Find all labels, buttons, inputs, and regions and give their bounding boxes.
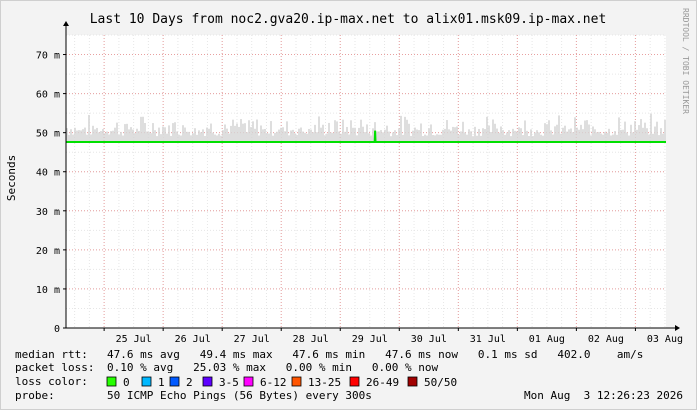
packet-loss-label: packet loss: (15, 361, 94, 374)
x-tick-label: 29 Jul (352, 334, 388, 345)
loss-color-swatch-label: 1 (158, 376, 165, 389)
probe-label: probe: (15, 389, 55, 402)
x-tick-label: 30 Jul (411, 334, 447, 345)
legend-loss-color: loss color: 0 1 2 3-5 6-12 13-25 26-49 50/50 (15, 375, 457, 389)
x-tick-label: 25 Jul (116, 334, 152, 345)
y-tick-label: 50 m (36, 129, 60, 140)
median-rtt-label: median rtt: (15, 348, 88, 361)
y-tick-label: 40 m (36, 168, 60, 179)
probe-description: 50 ICMP Echo Pings (56 Bytes) every 300s (107, 389, 372, 402)
loss-color-swatch (169, 376, 180, 387)
y-tick-label: 0 (54, 324, 60, 335)
loss-color-swatch (291, 376, 302, 387)
y-tick-label: 20 m (36, 246, 60, 257)
packet-loss-values: 0.10 % avg 25.03 % max 0.00 % min 0.00 %… (107, 361, 439, 374)
y-tick-label: 60 m (36, 90, 60, 101)
y-tick-label: 30 m (36, 207, 60, 218)
smokeping-graph: Last 10 Days from noc2.gva20.ip-max.net … (0, 0, 697, 410)
legend-packet-loss: packet loss: 0.10 % avg 25.03 % max 0.00… (15, 361, 439, 374)
x-tick-label: 01 Aug (529, 334, 565, 345)
loss-color-swatch-label: 0 (123, 376, 130, 389)
loss-color-swatch-label: 3-5 (219, 376, 239, 389)
loss-color-swatch (202, 376, 213, 387)
y-axis-label: Seconds (5, 155, 18, 201)
y-tick-label: 70 m (36, 51, 60, 62)
loss-color-swatch (141, 376, 152, 387)
loss-color-swatch-label: 26-49 (366, 376, 399, 389)
loss-color-swatch-label: 2 (186, 376, 193, 389)
x-tick-label: 28 Jul (293, 334, 329, 345)
loss-color-swatch-label: 6-12 (260, 376, 287, 389)
loss-color-swatch (243, 376, 254, 387)
chart-title: Last 10 Days from noc2.gva20.ip-max.net … (90, 12, 607, 27)
x-tick-label: 27 Jul (234, 334, 270, 345)
x-tick-label: 03 Aug (647, 334, 683, 345)
legend-probe: probe: 50 ICMP Echo Pings (56 Bytes) eve… (15, 389, 683, 402)
loss-color-swatch-label: 13-25 (308, 376, 341, 389)
loss-color-swatch (106, 376, 117, 387)
loss-color-swatch (349, 376, 360, 387)
x-tick-label: 02 Aug (588, 334, 624, 345)
x-tick-label: 26 Jul (175, 334, 211, 345)
loss-color-swatch (407, 376, 418, 387)
probe-timestamp: Mon Aug 3 12:26:23 2026 (524, 389, 683, 402)
loss-color-swatch-label: 50/50 (424, 376, 457, 389)
rrdtool-watermark: RRDTOOL / TOBI OETIKER (681, 8, 690, 114)
median-rtt-values: 47.6 ms avg 49.4 ms max 47.6 ms min 47.6… (107, 348, 643, 361)
y-tick-label: 10 m (36, 285, 60, 296)
loss-color-label: loss color: (15, 375, 88, 388)
x-tick-label: 31 Jul (470, 334, 506, 345)
legend-median-rtt: median rtt: 47.6 ms avg 49.4 ms max 47.6… (15, 348, 643, 361)
